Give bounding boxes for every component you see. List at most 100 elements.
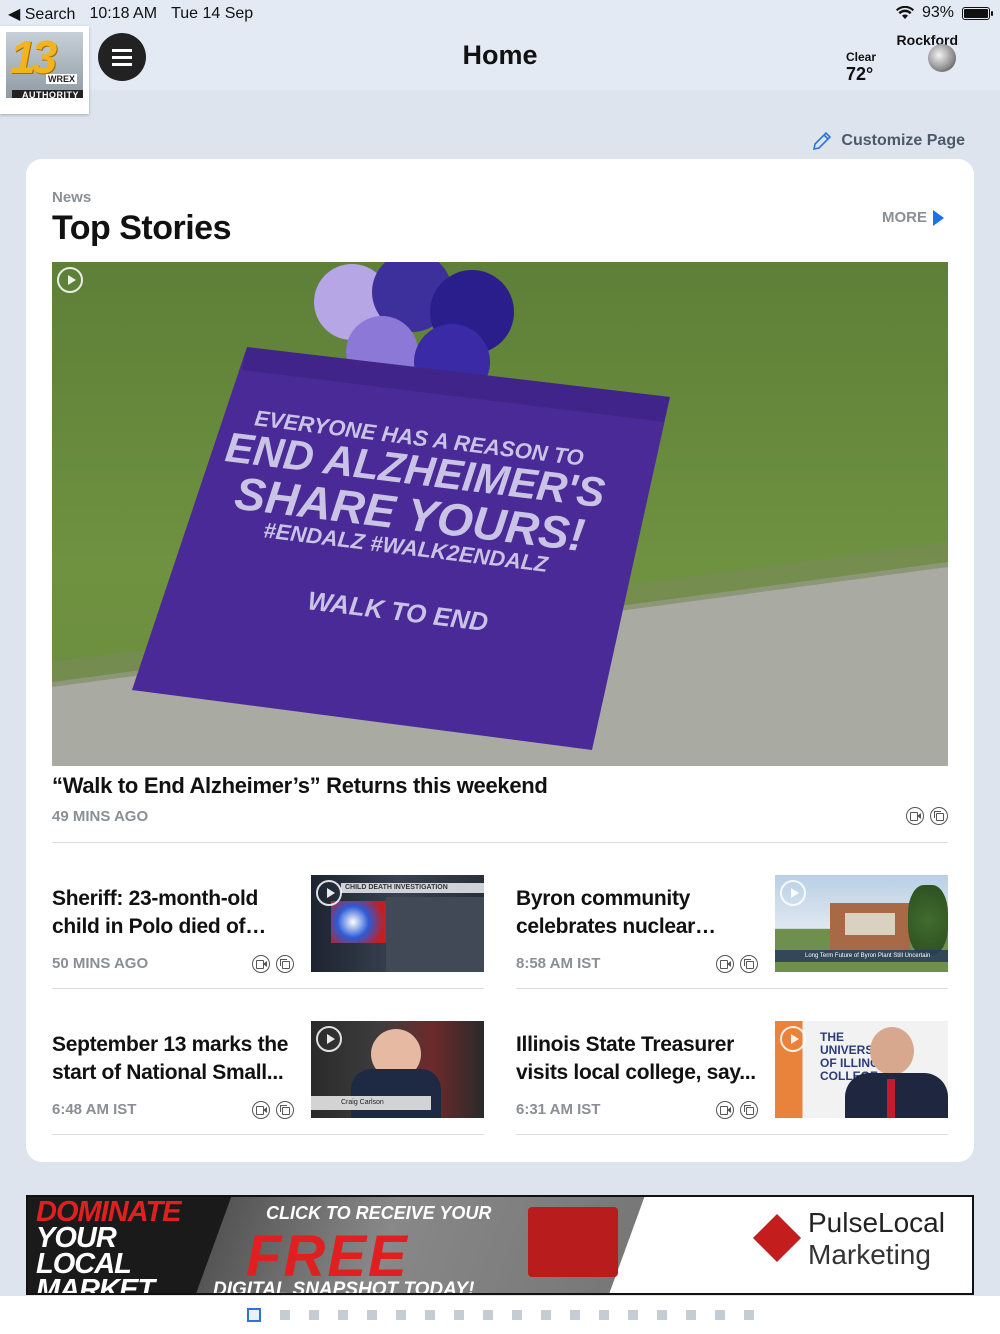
play-icon — [316, 880, 342, 906]
customize-page-button[interactable]: Customize Page — [811, 130, 965, 152]
thumb-caption: Long Term Future of Byron Plant Still Un… — [775, 950, 948, 962]
page-dot[interactable] — [366, 1310, 377, 1320]
menu-button[interactable] — [98, 33, 146, 81]
story-media-icons — [716, 955, 758, 973]
ad-brand-line-2: Marketing — [808, 1239, 931, 1270]
weather-temperature: 72° — [846, 64, 874, 84]
hamburger-icon — [112, 55, 132, 59]
story-timestamp: 50 MINS AGO — [52, 955, 149, 972]
story-thumbnail: CHILD DEATH INVESTIGATION — [311, 875, 484, 972]
status-bar: ◀ Search 10:18 AM Tue 14 Sep 93% — [0, 0, 1000, 28]
top-stories-card: News Top Stories MORE EVERYONE HAS A REA… — [26, 159, 974, 1162]
page-dot[interactable] — [714, 1310, 725, 1320]
gallery-icon — [740, 955, 758, 973]
gallery-icon — [276, 1101, 294, 1119]
battery-percent: 93% — [921, 4, 954, 21]
hero-media-icons — [906, 807, 948, 825]
more-label: MORE — [882, 209, 927, 226]
story-timestamp: 6:31 AM IST — [516, 1101, 601, 1118]
story-media-icons — [716, 1101, 758, 1119]
battery-icon — [962, 6, 993, 20]
logo-tagline: AUTHORITY — [12, 90, 83, 98]
ad-snapshot-text: DIGITAL SNAPSHOT TODAY! — [213, 1279, 475, 1295]
station-logo[interactable]: 13 WREX AUTHORITY — [0, 26, 89, 114]
play-icon — [316, 1026, 342, 1052]
section-label: News — [52, 189, 92, 206]
page-dot[interactable] — [656, 1310, 667, 1320]
moon-icon — [928, 44, 956, 72]
divider — [52, 988, 484, 989]
video-icon — [716, 1101, 734, 1119]
page-dot[interactable] — [482, 1310, 493, 1320]
story-item[interactable]: Sheriff: 23-month-old child in Polo died… — [52, 875, 484, 995]
video-icon — [906, 807, 924, 825]
weather-condition: Clear — [846, 50, 877, 64]
page-dot[interactable] — [395, 1310, 406, 1320]
video-icon — [252, 955, 270, 973]
divider — [52, 1134, 484, 1135]
story-item[interactable]: Byron community celebrates nuclear plan.… — [516, 875, 948, 995]
more-button[interactable]: MORE — [882, 209, 944, 226]
hero-headline[interactable]: “Walk to End Alzheimer’s” Returns this w… — [52, 773, 548, 799]
page-dot[interactable] — [685, 1310, 696, 1320]
play-icon — [780, 880, 806, 906]
ad-line-4: MARKET — [36, 1274, 155, 1295]
page-dot[interactable] — [279, 1310, 290, 1320]
section-title: Top Stories — [52, 209, 232, 247]
divider — [52, 842, 948, 843]
play-icon — [780, 1026, 806, 1052]
story-thumbnail: Craig Carlson — [311, 1021, 484, 1118]
page-dot[interactable] — [246, 1308, 261, 1322]
ad-headline: DOMINATE YOUR LOCAL MARKET — [36, 1198, 182, 1295]
ad-brand-line-1: PulseLocal — [808, 1207, 945, 1238]
gallery-icon — [740, 1101, 758, 1119]
story-headline: Byron community celebrates nuclear plan.… — [516, 887, 696, 938]
story-timestamp: 8:58 AM IST — [516, 955, 601, 972]
status-time: 10:18 AM — [89, 5, 158, 22]
divider — [516, 988, 948, 989]
page-dot[interactable] — [540, 1310, 551, 1320]
page-dot[interactable] — [598, 1310, 609, 1320]
page-dot[interactable] — [308, 1310, 319, 1320]
story-item[interactable]: Illinois State Treasurer visits local co… — [516, 1021, 948, 1141]
story-media-icons — [252, 955, 294, 973]
page-dot[interactable] — [627, 1310, 638, 1320]
page-indicator[interactable] — [0, 1296, 1000, 1334]
page-dot[interactable] — [743, 1310, 754, 1320]
story-headline: Sheriff: 23-month-old child in Polo died… — [52, 887, 259, 938]
devices-icon — [528, 1207, 618, 1277]
thumb-caption: Craig Carlson — [311, 1096, 431, 1110]
logo-callsign: WREX — [46, 74, 77, 84]
gallery-icon — [930, 807, 948, 825]
page-dot[interactable] — [569, 1310, 580, 1320]
page-dot[interactable] — [453, 1310, 464, 1320]
wifi-icon — [895, 6, 914, 19]
video-icon — [716, 955, 734, 973]
ad-click-text: CLICK TO RECEIVE YOUR — [266, 1203, 492, 1223]
back-label: Search — [24, 6, 76, 23]
weather-widget[interactable]: Rockford Clear 72° — [830, 32, 960, 88]
ad-brand: PulseLocal Marketing — [808, 1207, 945, 1271]
pencil-icon — [813, 131, 832, 151]
back-to-search[interactable]: ◀ Search — [8, 4, 75, 24]
customize-label: Customize Page — [841, 132, 965, 149]
story-thumbnail: Long Term Future of Byron Plant Still Un… — [775, 875, 948, 972]
story-item[interactable]: September 13 marks the start of National… — [52, 1021, 484, 1141]
hero-timestamp: 49 MINS AGO — [52, 808, 149, 825]
page-dot[interactable] — [337, 1310, 348, 1320]
story-headline: September 13 marks the start of National… — [52, 1033, 289, 1084]
play-icon[interactable] — [57, 267, 83, 293]
story-thumbnail: THE UNIVERSITY OF ILLINOIS COLLEGE — [775, 1021, 948, 1118]
divider — [516, 1134, 948, 1135]
arrow-right-icon — [933, 209, 944, 226]
page-dot[interactable] — [424, 1310, 435, 1320]
story-timestamp: 6:48 AM IST — [52, 1101, 137, 1118]
story-media-icons — [252, 1101, 294, 1119]
thumb-caption: CHILD DEATH INVESTIGATION — [341, 883, 484, 893]
page-dot[interactable] — [511, 1310, 522, 1320]
story-headline: Illinois State Treasurer visits local co… — [516, 1033, 756, 1084]
status-date: Tue 14 Sep — [171, 5, 254, 22]
video-icon — [252, 1101, 270, 1119]
hero-image[interactable]: EVERYONE HAS A REASON TO END ALZHEIMER'S… — [52, 262, 948, 766]
ad-banner[interactable]: DOMINATE YOUR LOCAL MARKET CLICK TO RECE… — [26, 1195, 974, 1295]
